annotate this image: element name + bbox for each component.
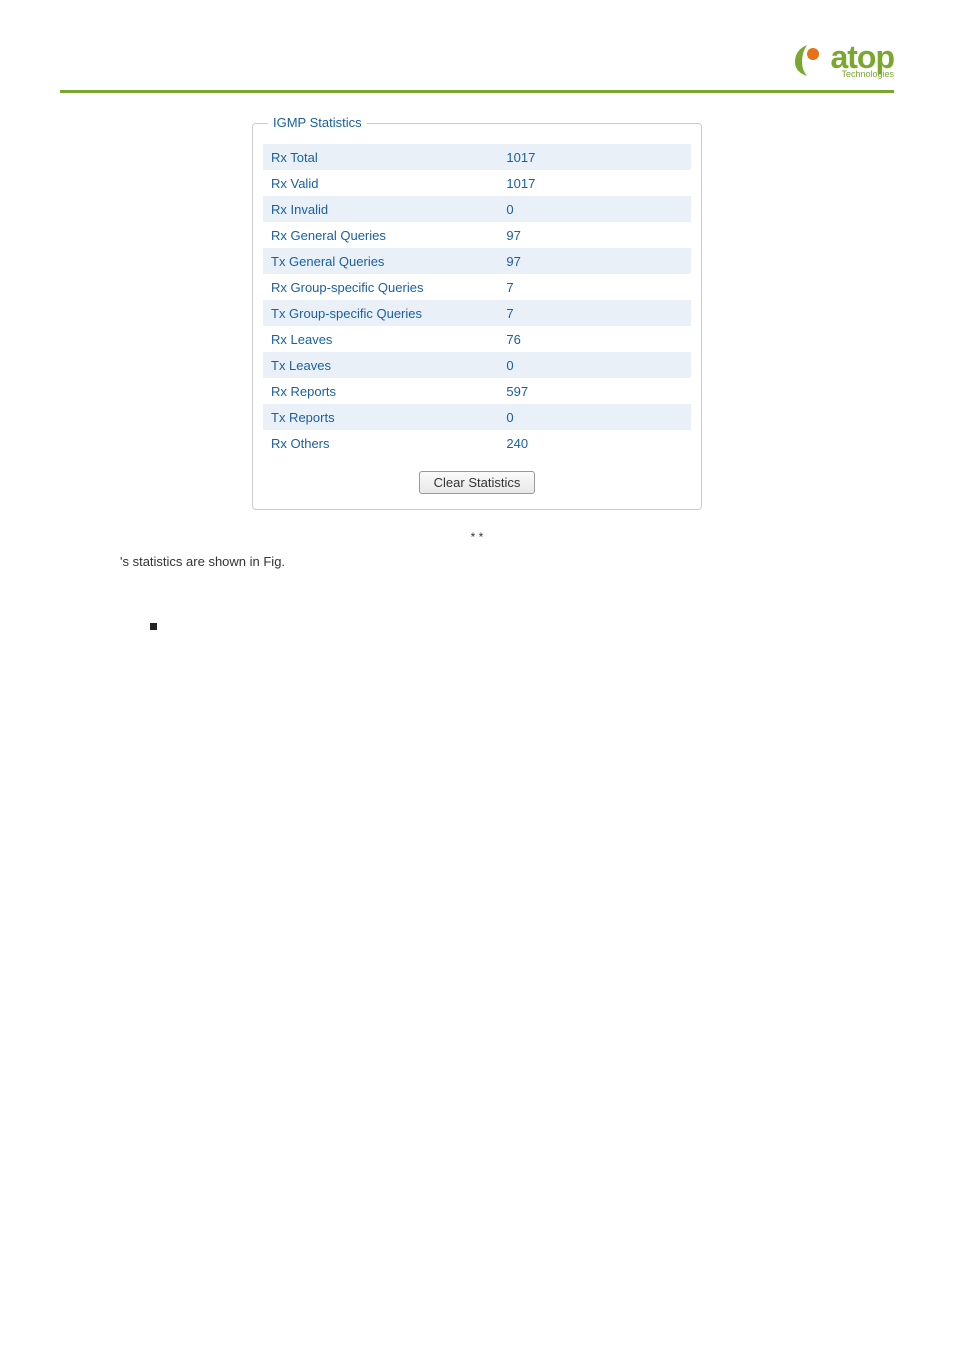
table-row: Rx Others240 (263, 430, 691, 456)
table-row: Rx Invalid0 (263, 196, 691, 222)
table-row: Rx General Queries97 (263, 222, 691, 248)
stat-label: Tx Reports (263, 404, 498, 430)
igmp-statistics-panel: IGMP Statistics Rx Total1017Rx Valid1017… (252, 123, 702, 510)
panel-legend: IGMP Statistics (268, 115, 367, 130)
table-row: Tx Reports0 (263, 404, 691, 430)
clear-statistics-button[interactable]: Clear Statistics (419, 471, 536, 494)
page-header: atop Technologies (60, 40, 894, 80)
stat-label: Tx General Queries (263, 248, 498, 274)
stat-label: Rx Leaves (263, 326, 498, 352)
stat-label: Rx Reports (263, 378, 498, 404)
table-row: Rx Total1017 (263, 144, 691, 170)
table-row: Rx Valid1017 (263, 170, 691, 196)
table-row: Tx Group-specific Queries7 (263, 300, 691, 326)
stat-label: Rx Valid (263, 170, 498, 196)
table-row: Tx General Queries97 (263, 248, 691, 274)
stat-value: 0 (498, 196, 691, 222)
stat-value: 7 (498, 274, 691, 300)
stat-value: 76 (498, 326, 691, 352)
stat-label: Tx Group-specific Queries (263, 300, 498, 326)
caption-markers: * * (60, 530, 894, 544)
stat-value: 1017 (498, 170, 691, 196)
stat-label: Rx General Queries (263, 222, 498, 248)
stat-value: 97 (498, 222, 691, 248)
stat-label: Rx Others (263, 430, 498, 456)
stat-value: 1017 (498, 144, 691, 170)
stat-value: 597 (498, 378, 691, 404)
table-row: Rx Group-specific Queries7 (263, 274, 691, 300)
header-divider (60, 90, 894, 93)
statistics-table: Rx Total1017Rx Valid1017Rx Invalid0Rx Ge… (263, 144, 691, 456)
table-row: Rx Reports597 (263, 378, 691, 404)
stat-value: 0 (498, 404, 691, 430)
stat-label: Rx Total (263, 144, 498, 170)
table-row: Tx Leaves0 (263, 352, 691, 378)
stat-value: 97 (498, 248, 691, 274)
stat-value: 0 (498, 352, 691, 378)
logo-icon (787, 40, 827, 80)
stat-label: Tx Leaves (263, 352, 498, 378)
body-text: 's statistics are shown in Fig. (120, 554, 834, 569)
logo-sub-text: Technologies (830, 70, 894, 79)
table-row: Rx Leaves76 (263, 326, 691, 352)
stat-value: 7 (498, 300, 691, 326)
logo: atop Technologies (787, 40, 894, 80)
stat-label: Rx Invalid (263, 196, 498, 222)
stat-value: 240 (498, 430, 691, 456)
stat-label: Rx Group-specific Queries (263, 274, 498, 300)
